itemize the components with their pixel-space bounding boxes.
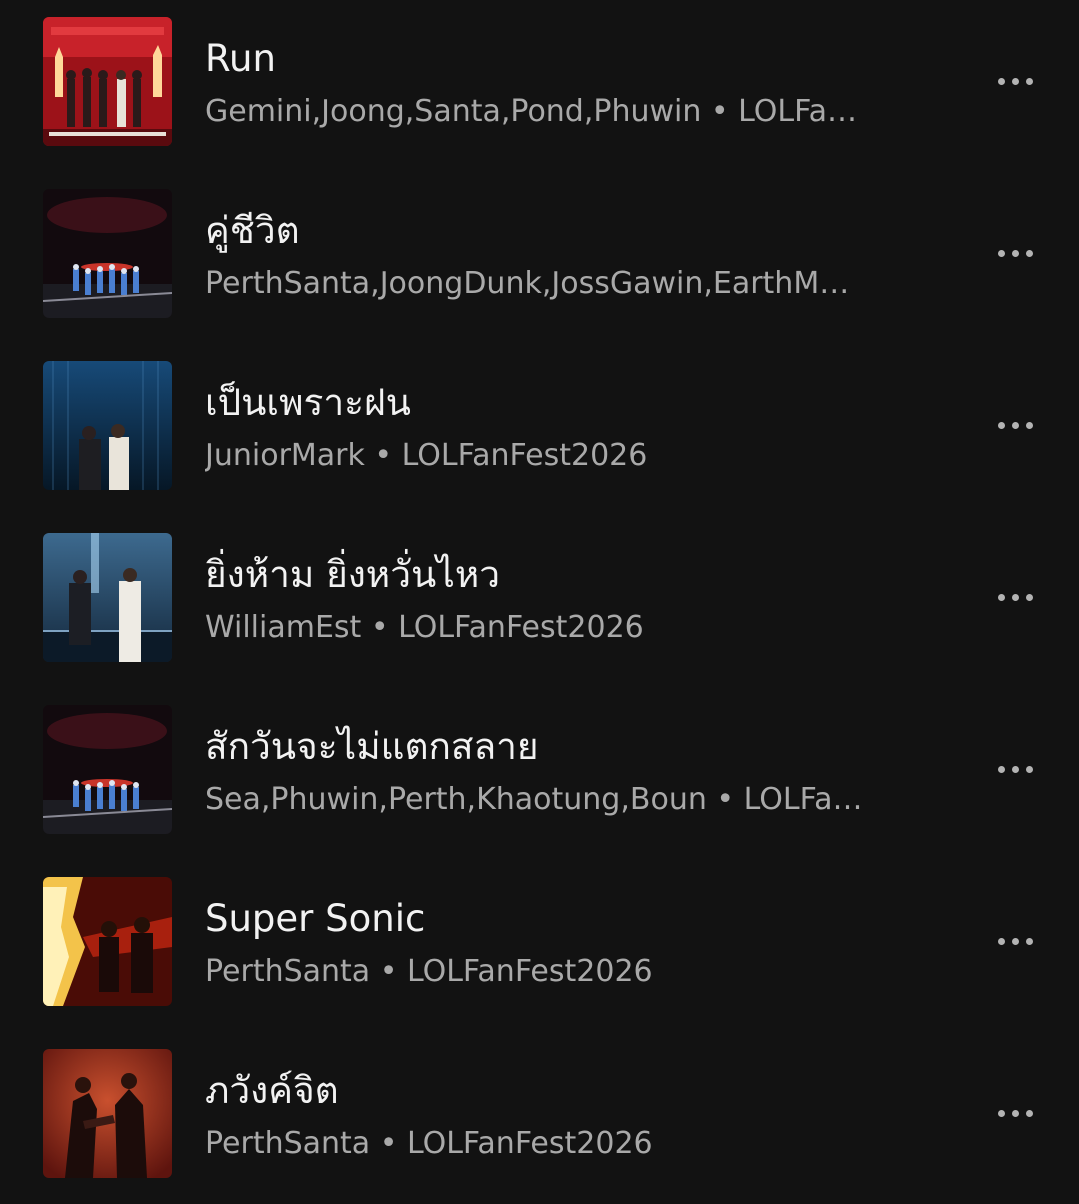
- more-options-icon[interactable]: [985, 918, 1045, 964]
- track-artists: WilliamEst • LOLFanFest2026: [205, 610, 644, 645]
- track-artists: Gemini,Joong,Santa,Pond,Phuwin • LOLFa…: [205, 94, 858, 129]
- more-options-icon[interactable]: [985, 402, 1045, 448]
- more-options-icon[interactable]: [985, 746, 1045, 792]
- track-title: ยิ่งห้าม ยิ่งหวั่นไหว: [205, 553, 501, 596]
- album-art: [43, 705, 172, 834]
- track-row[interactable]: Run Gemini,Joong,Santa,Pond,Phuwin • LOL…: [0, 0, 1079, 172]
- track-row[interactable]: ภวังค์จิต PerthSanta • LOLFanFest2026: [0, 1032, 1079, 1204]
- track-title: Super Sonic: [205, 897, 426, 940]
- track-title: ภวังค์จิต: [205, 1069, 339, 1112]
- album-art: [43, 361, 172, 490]
- album-art: [43, 189, 172, 318]
- track-title: Run: [205, 37, 276, 80]
- track-artists: PerthSanta,JoongDunk,JossGawin,EarthM…: [205, 266, 850, 301]
- track-title: เป็นเพราะฝน: [205, 381, 411, 424]
- album-art: [43, 17, 172, 146]
- track-row[interactable]: คู่ชีวิต PerthSanta,JoongDunk,JossGawin,…: [0, 172, 1079, 344]
- album-art: [43, 1049, 172, 1178]
- track-row[interactable]: Super Sonic PerthSanta • LOLFanFest2026: [0, 860, 1079, 1032]
- track-title: สักวันจะไม่แตกสลาย: [205, 725, 539, 768]
- more-options-icon[interactable]: [985, 1090, 1045, 1136]
- more-options-icon[interactable]: [985, 58, 1045, 104]
- album-art: [43, 877, 172, 1006]
- album-art: [43, 533, 172, 662]
- track-artists: PerthSanta • LOLFanFest2026: [205, 1126, 653, 1161]
- more-options-icon[interactable]: [985, 230, 1045, 276]
- track-row[interactable]: เป็นเพราะฝน JuniorMark • LOLFanFest2026: [0, 344, 1079, 516]
- track-row[interactable]: ยิ่งห้าม ยิ่งหวั่นไหว WilliamEst • LOLFa…: [0, 516, 1079, 688]
- more-options-icon[interactable]: [985, 574, 1045, 620]
- track-artists: Sea,Phuwin,Perth,Khaotung,Boun • LOLFa…: [205, 782, 863, 817]
- track-artists: JuniorMark • LOLFanFest2026: [205, 438, 648, 473]
- track-artists: PerthSanta • LOLFanFest2026: [205, 954, 653, 989]
- track-row[interactable]: สักวันจะไม่แตกสลาย Sea,Phuwin,Perth,Khao…: [0, 688, 1079, 860]
- track-title: คู่ชีวิต: [205, 209, 300, 252]
- track-list: Run Gemini,Joong,Santa,Pond,Phuwin • LOL…: [0, 0, 1079, 1200]
